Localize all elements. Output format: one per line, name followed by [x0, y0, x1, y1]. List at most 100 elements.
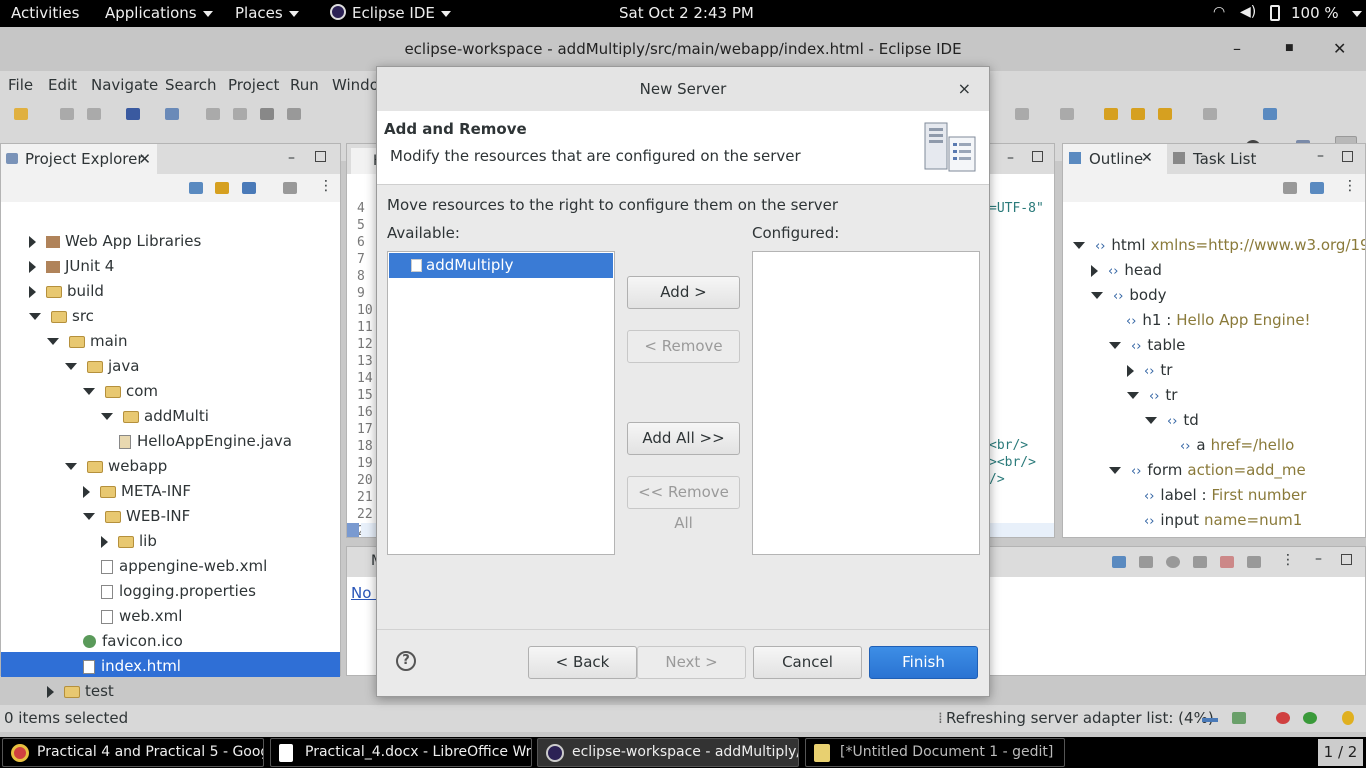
- expanded-twisty-icon[interactable]: [1109, 342, 1121, 349]
- battery-icon[interactable]: [1270, 5, 1280, 21]
- check-icon[interactable]: [1303, 712, 1317, 724]
- outline-node[interactable]: ‹› htmlxmlns=http://www.w3.org/1999/xh: [1073, 233, 1365, 258]
- expanded-twisty-icon[interactable]: [29, 313, 41, 320]
- maximize-view-icon[interactable]: [1341, 554, 1352, 565]
- tree-item[interactable]: webapp: [65, 454, 167, 479]
- outline-node[interactable]: ‹› td: [1145, 408, 1204, 433]
- expanded-twisty-icon[interactable]: [1127, 392, 1139, 399]
- list-item-addmultiply[interactable]: addMultiply: [389, 253, 613, 278]
- suspend-icon[interactable]: [233, 108, 247, 120]
- expanded-twisty-icon[interactable]: [47, 338, 59, 345]
- back-button[interactable]: < Back: [528, 646, 637, 679]
- view-menu-icon[interactable]: ⋮: [319, 178, 333, 194]
- finish-button[interactable]: Finish: [869, 646, 978, 679]
- minimize-view-icon[interactable]: –: [1315, 551, 1322, 567]
- tree-item[interactable]: index.html: [83, 654, 181, 679]
- console-action-icon[interactable]: [1139, 556, 1153, 568]
- available-list[interactable]: addMultiply: [387, 251, 615, 555]
- last-edit-icon[interactable]: [1104, 108, 1118, 120]
- collapsed-twisty-icon[interactable]: [101, 535, 108, 548]
- tree-item[interactable]: lib: [101, 529, 157, 554]
- menu-window[interactable]: Windo: [332, 76, 379, 94]
- stop-server-icon[interactable]: [1220, 556, 1234, 568]
- maximize-view-icon[interactable]: [1342, 151, 1353, 162]
- lightbulb-icon[interactable]: [1342, 711, 1354, 725]
- minimize-view-icon[interactable]: –: [1317, 148, 1324, 164]
- minimize-view-icon[interactable]: –: [288, 150, 295, 166]
- menu-run[interactable]: Run: [290, 76, 319, 94]
- new-icon[interactable]: [14, 108, 28, 120]
- menu-navigate[interactable]: Navigate: [91, 76, 158, 94]
- view-options-icon[interactable]: [283, 182, 297, 194]
- tree-item[interactable]: com: [83, 379, 158, 404]
- previous-annotation-icon[interactable]: [1060, 108, 1074, 120]
- back-icon[interactable]: [1158, 108, 1172, 120]
- outline-action-icon[interactable]: [1283, 182, 1297, 194]
- expanded-twisty-icon[interactable]: [1145, 417, 1157, 424]
- tree-item[interactable]: build: [29, 279, 104, 304]
- view-menu-icon[interactable]: ⋮: [1281, 552, 1295, 568]
- forward-icon[interactable]: [1203, 108, 1217, 120]
- collapse-all-icon[interactable]: [1310, 182, 1324, 194]
- help-button[interactable]: ?: [396, 651, 416, 671]
- expanded-twisty-icon[interactable]: [65, 363, 77, 370]
- progress-bar[interactable]: [1202, 718, 1218, 722]
- dialog-close-button[interactable]: ×: [958, 67, 971, 111]
- expanded-twisty-icon[interactable]: [83, 513, 95, 520]
- collapsed-twisty-icon[interactable]: [29, 235, 36, 248]
- places-menu[interactable]: Places: [235, 4, 299, 22]
- remove-all-button[interactable]: << Remove All: [627, 476, 740, 532]
- taskbar-item-eclipse[interactable]: eclipse-workspace - addMultiply/s...: [537, 738, 799, 767]
- outline-node[interactable]: ‹› a href=/hello: [1163, 433, 1294, 458]
- tree-item[interactable]: src: [29, 304, 94, 329]
- tree-item[interactable]: java: [65, 354, 139, 379]
- outline-node[interactable]: ‹› input name=num1: [1127, 508, 1302, 533]
- tree-item[interactable]: addMulti: [101, 404, 209, 429]
- skip-breakpoints-icon[interactable]: [165, 108, 179, 120]
- maximize-button[interactable]: ■: [1285, 43, 1294, 53]
- expanded-twisty-icon[interactable]: [65, 463, 77, 470]
- tree-item[interactable]: Web App Libraries: [29, 229, 201, 254]
- tree-item[interactable]: WEB-INF: [83, 504, 190, 529]
- tree-item[interactable]: main: [47, 329, 127, 354]
- taskbar-item-gedit[interactable]: [*Untitled Document 1 - gedit]: [805, 738, 1065, 767]
- pin-icon[interactable]: [1131, 108, 1145, 120]
- tree-item[interactable]: appengine-web.xml: [101, 554, 267, 579]
- server-status-icon[interactable]: [1232, 712, 1246, 724]
- close-tab-icon[interactable]: ✕: [138, 150, 151, 168]
- expanded-twisty-icon[interactable]: [1091, 292, 1103, 299]
- menu-edit[interactable]: Edit: [48, 76, 77, 94]
- collapsed-twisty-icon[interactable]: [29, 260, 36, 273]
- tree-item[interactable]: META-INF: [83, 479, 191, 504]
- tree-item[interactable]: test: [47, 679, 114, 704]
- collapsed-twisty-icon[interactable]: [29, 285, 36, 298]
- collapsed-twisty-icon[interactable]: [1091, 264, 1098, 277]
- cancel-button[interactable]: Cancel: [753, 646, 862, 679]
- add-button[interactable]: Add >: [627, 276, 740, 309]
- close-tab-icon[interactable]: ✕: [1141, 150, 1153, 166]
- disconnect-icon[interactable]: [287, 108, 301, 120]
- applications-menu[interactable]: Applications: [105, 4, 213, 22]
- taskbar-item-chrome[interactable]: Practical 4 and Practical 5 - Google...: [2, 738, 264, 767]
- expanded-twisty-icon[interactable]: [1073, 242, 1085, 249]
- tree-item[interactable]: JUnit 4: [29, 254, 114, 279]
- tree-item[interactable]: favicon.ico: [83, 629, 183, 654]
- console-action-icon[interactable]: [1193, 556, 1207, 568]
- outline-node[interactable]: ‹› tr: [1127, 358, 1177, 383]
- outline-node[interactable]: ‹› head: [1091, 258, 1167, 283]
- expanded-twisty-icon[interactable]: [83, 388, 95, 395]
- maximize-view-icon[interactable]: [315, 151, 326, 162]
- collapsed-twisty-icon[interactable]: [1127, 364, 1134, 377]
- tab-task-list[interactable]: Task List: [1193, 150, 1256, 168]
- menu-search[interactable]: Search: [165, 76, 217, 94]
- open-perspective-icon[interactable]: [1263, 108, 1277, 120]
- outline-node[interactable]: ‹› label : First number: [1127, 483, 1306, 508]
- outline-node[interactable]: ‹› tr: [1127, 383, 1182, 408]
- start-server-icon[interactable]: [1166, 556, 1180, 568]
- link-editor-icon[interactable]: [215, 182, 229, 194]
- filter-icon[interactable]: [242, 182, 256, 194]
- minimize-button[interactable]: –: [1233, 39, 1241, 58]
- menu-project[interactable]: Project: [228, 76, 279, 94]
- expanded-twisty-icon[interactable]: [1109, 467, 1121, 474]
- add-all-button[interactable]: Add All >>: [627, 422, 740, 455]
